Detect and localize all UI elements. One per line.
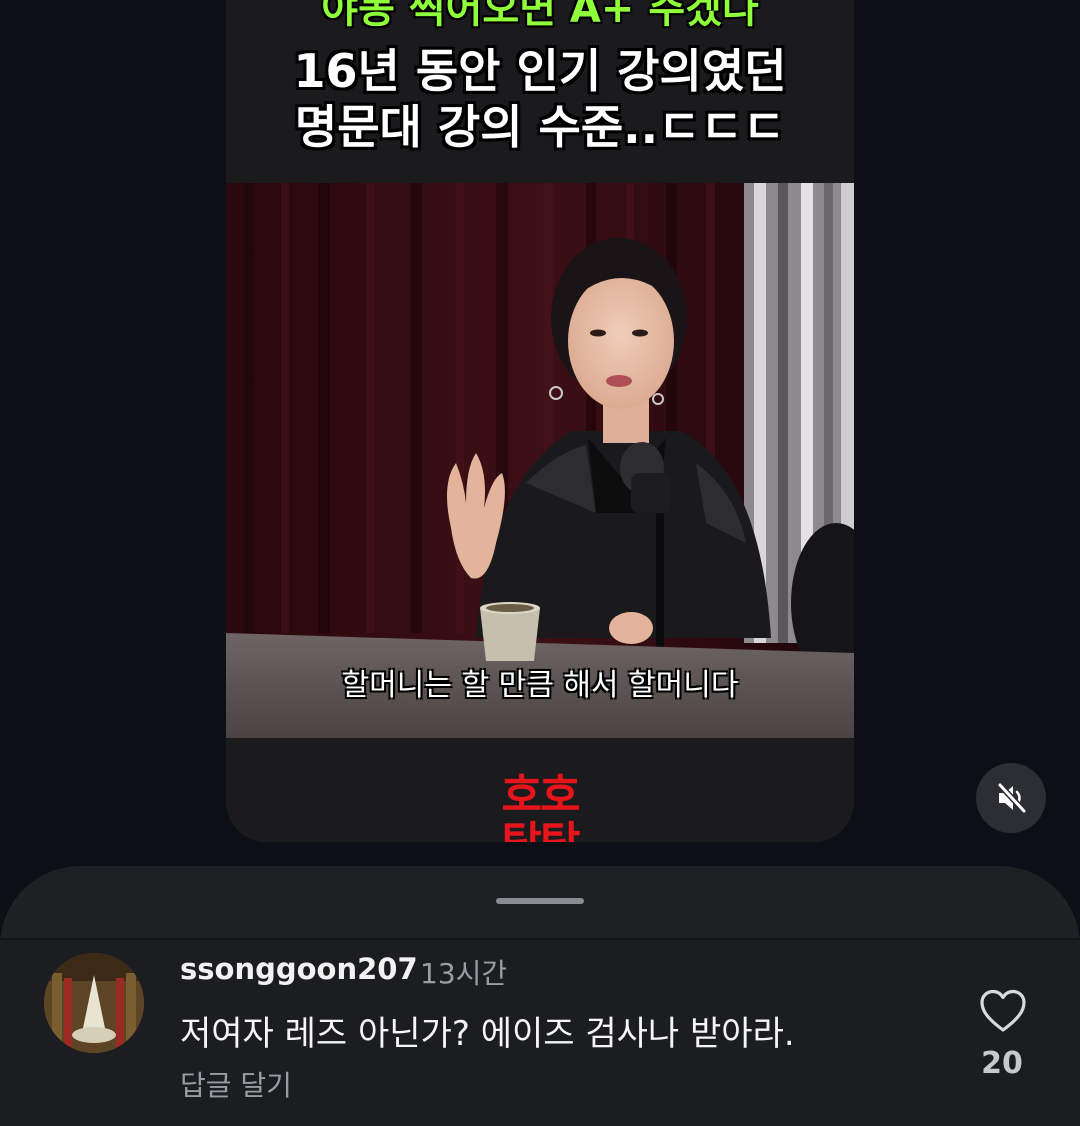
like-button[interactable] (978, 988, 1028, 1034)
channel-logo: 호호 탐탐 (226, 770, 854, 843)
channel-logo-text: 호호 탐탐 (501, 770, 581, 843)
comments-sheet[interactable]: ssonggoon207 13시간 저여자 레즈 아닌가? 에이즈 검사나 받아… (0, 866, 1080, 1126)
avatar-image (44, 953, 144, 1053)
video-subtitle: 할머니는 할 만큼 해서 할머니다 (341, 668, 739, 703)
comment-timestamp: 13시간 (420, 957, 508, 990)
reply-button[interactable]: 답글 달기 (180, 1064, 292, 1104)
heart-outline-icon (980, 989, 1026, 1032)
video-caption-line-1: 16년 동안 인기 강의였던 (293, 44, 787, 98)
comment-text: 저여자 레즈 아닌가? 에이즈 검사나 받아라. (180, 1014, 795, 1054)
sheet-drag-handle[interactable] (496, 898, 584, 904)
avatar[interactable] (44, 953, 144, 1053)
volume-muted-icon (997, 782, 1027, 814)
video-caption-line-2: 명문대 강의 수준..ㄷㄷㄷ (294, 100, 786, 154)
video-still-image (226, 183, 854, 738)
video-card[interactable]: 야동 찍어오면 A+ 주겠다 16년 동안 인기 강의였던 명문대 강의 수준.… (226, 0, 854, 842)
page: 야동 찍어오면 A+ 주겠다 16년 동안 인기 강의였던 명문대 강의 수준.… (0, 0, 1080, 1126)
video-frame[interactable] (226, 183, 854, 738)
like-count: 20 (981, 1046, 1023, 1081)
mute-toggle-button[interactable] (976, 763, 1046, 833)
comment-username[interactable]: ssonggoon207 (180, 952, 418, 986)
video-caption-top: 야동 찍어오면 A+ 주겠다 (321, 0, 759, 32)
comment-item[interactable]: ssonggoon207 13시간 저여자 레즈 아닌가? 에이즈 검사나 받아… (0, 940, 1080, 1126)
